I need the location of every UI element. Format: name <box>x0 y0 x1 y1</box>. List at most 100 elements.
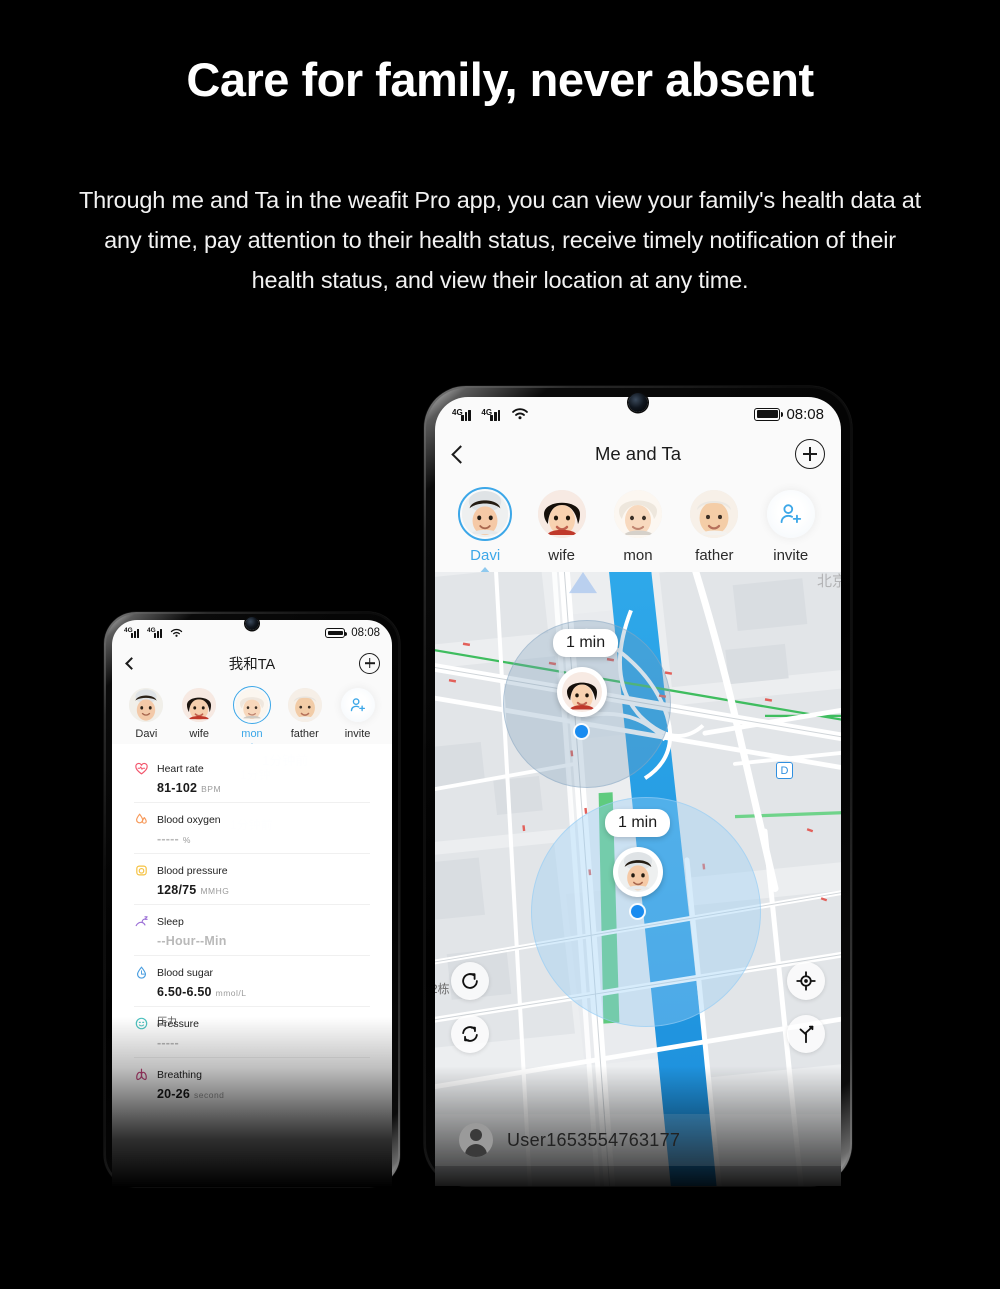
davi-location-dot <box>631 905 644 918</box>
clock: 08:08 <box>351 627 380 639</box>
plus-circle-icon[interactable] <box>795 439 825 469</box>
subway-station-badge[interactable]: D <box>776 762 793 779</box>
plus-circle-icon[interactable] <box>359 652 380 674</box>
avatar <box>618 852 658 892</box>
locate-me-button[interactable] <box>787 962 825 1000</box>
avatar <box>182 688 217 722</box>
wife-eta-bubble[interactable]: 1 min <box>553 629 619 657</box>
navigate-button[interactable] <box>787 1015 825 1053</box>
chevron-left-icon[interactable] <box>451 444 470 464</box>
member-item-mon[interactable]: mon <box>227 686 277 751</box>
clock: 08:08 <box>786 405 824 423</box>
member-label: father <box>290 728 319 740</box>
member-selector: Davi wife mon father invite <box>435 477 841 575</box>
chevron-left-icon[interactable] <box>125 656 138 670</box>
avatar <box>690 490 739 538</box>
health-row[interactable]: Breathing 20-26 second <box>134 1058 370 1108</box>
nav-bar: 我和TA <box>112 646 392 680</box>
avatar <box>287 688 322 722</box>
health-data-panel: 1分钟前 1分钟 1分钟前 Heart r <box>112 744 392 1187</box>
member-label: wife <box>189 728 209 740</box>
signal-strength-icon-2: 4G <box>147 627 165 638</box>
health-row[interactable]: Sleep --Hour--Min <box>134 905 370 956</box>
blood-pressure-icon <box>134 863 149 878</box>
davi-eta-bubble[interactable]: 1 min <box>605 809 671 837</box>
health-row[interactable]: Blood sugar 6.50-6.50 mmol/L <box>134 956 370 1007</box>
refresh-button[interactable] <box>451 1015 489 1053</box>
page-subtitle: Through me and Ta in the weafit Pro app,… <box>79 187 921 293</box>
user-name: User1653554763177 <box>507 1129 681 1150</box>
blood-sugar-icon <box>134 965 149 980</box>
primary-phone-mockup: 4G 4G 08:08 Me and Ta Davi wife mon fath… <box>424 386 852 1186</box>
family-location-map[interactable]: 1 min 1 min D 北京 栋 User1653554763177 <box>435 572 841 1186</box>
add-person-icon <box>780 504 801 524</box>
health-label: Blood sugar <box>157 967 214 979</box>
health-label: Breathing <box>157 1069 202 1081</box>
wife-location-pin[interactable] <box>557 667 607 717</box>
wifi-icon <box>511 408 528 420</box>
front-camera-icon <box>628 393 648 412</box>
member-item-invite[interactable]: invite <box>333 686 383 740</box>
signal-strength-icon-2: 4G <box>481 408 503 421</box>
member-label: Davi <box>470 547 501 564</box>
health-row[interactable]: 压力 Pressure ----- <box>134 1007 370 1058</box>
member-label: wife <box>548 547 575 564</box>
battery-icon <box>754 407 784 421</box>
signal-strength-icon-1: 4G <box>452 408 474 421</box>
page-title: Care for family, never absent <box>186 53 814 106</box>
member-label: mon <box>241 728 263 740</box>
avatar <box>462 491 509 537</box>
health-row[interactable]: Heart rate 81-102 BPM <box>134 752 370 803</box>
member-item-davi[interactable]: Davi <box>450 487 520 575</box>
route-icon <box>799 1025 814 1044</box>
map-label-top-right: 北京 <box>816 573 841 590</box>
page-header-title: 我和TA <box>228 656 276 673</box>
person-avatar-icon <box>459 1123 493 1157</box>
wife-location-dot <box>575 725 588 738</box>
refresh-icon <box>462 1026 478 1042</box>
member-label: mon <box>623 547 653 564</box>
share-location-button[interactable] <box>451 962 489 1000</box>
member-item-father[interactable]: father <box>679 487 749 564</box>
member-item-wife[interactable]: wife <box>527 487 597 564</box>
arrow-rotate-icon <box>462 973 478 989</box>
health-label: Blood pressure <box>157 865 228 877</box>
map-label-building: 2栋 <box>435 982 450 996</box>
health-label: Blood oxygen <box>157 814 221 826</box>
add-person-icon <box>350 698 365 712</box>
member-label: Davi <box>135 728 158 740</box>
member-item-davi[interactable]: Davi <box>121 686 171 740</box>
blood-oxygen-icon <box>134 812 149 827</box>
promo-page: Care for family, never absent Through me… <box>0 0 1000 1289</box>
heart-rate-icon <box>134 761 149 776</box>
breathing-icon <box>134 1067 149 1082</box>
davi-location-pin[interactable] <box>613 847 663 897</box>
member-item-mon[interactable]: mon <box>603 487 673 564</box>
avatar <box>613 490 662 538</box>
health-row[interactable]: Blood oxygen -----% <box>134 803 370 854</box>
avatar <box>537 490 586 538</box>
health-value: 81-102 BPM <box>157 781 222 795</box>
crosshair-icon <box>796 971 816 991</box>
avatar <box>562 672 602 712</box>
member-item-invite[interactable]: invite <box>756 487 826 564</box>
secondary-phone-screen: 4G 4G 08:08 我和TA Davi wife mon father in… <box>112 620 392 1187</box>
member-label: invite <box>344 728 371 740</box>
member-item-wife[interactable]: wife <box>174 686 224 740</box>
health-row[interactable]: Blood pressure 128/75 MMHG <box>134 854 370 905</box>
avatar <box>129 688 164 722</box>
member-label: father <box>695 547 734 564</box>
signal-strength-icon-1: 4G <box>124 627 142 638</box>
health-value: -----% <box>157 832 191 846</box>
page-header-title: Me and Ta <box>594 443 682 464</box>
nav-bar: Me and Ta <box>435 431 841 477</box>
member-label: invite <box>773 547 809 564</box>
pressure-label-zh: 压力 <box>157 1017 177 1028</box>
avatar <box>235 689 268 721</box>
health-label: Heart rate <box>157 763 204 775</box>
member-item-father[interactable]: father <box>280 686 330 740</box>
battery-icon <box>325 628 348 638</box>
health-value: --Hour--Min <box>157 934 227 948</box>
user-info-bar[interactable]: User1653554763177 <box>435 1114 841 1166</box>
health-label: Sleep <box>157 916 184 928</box>
